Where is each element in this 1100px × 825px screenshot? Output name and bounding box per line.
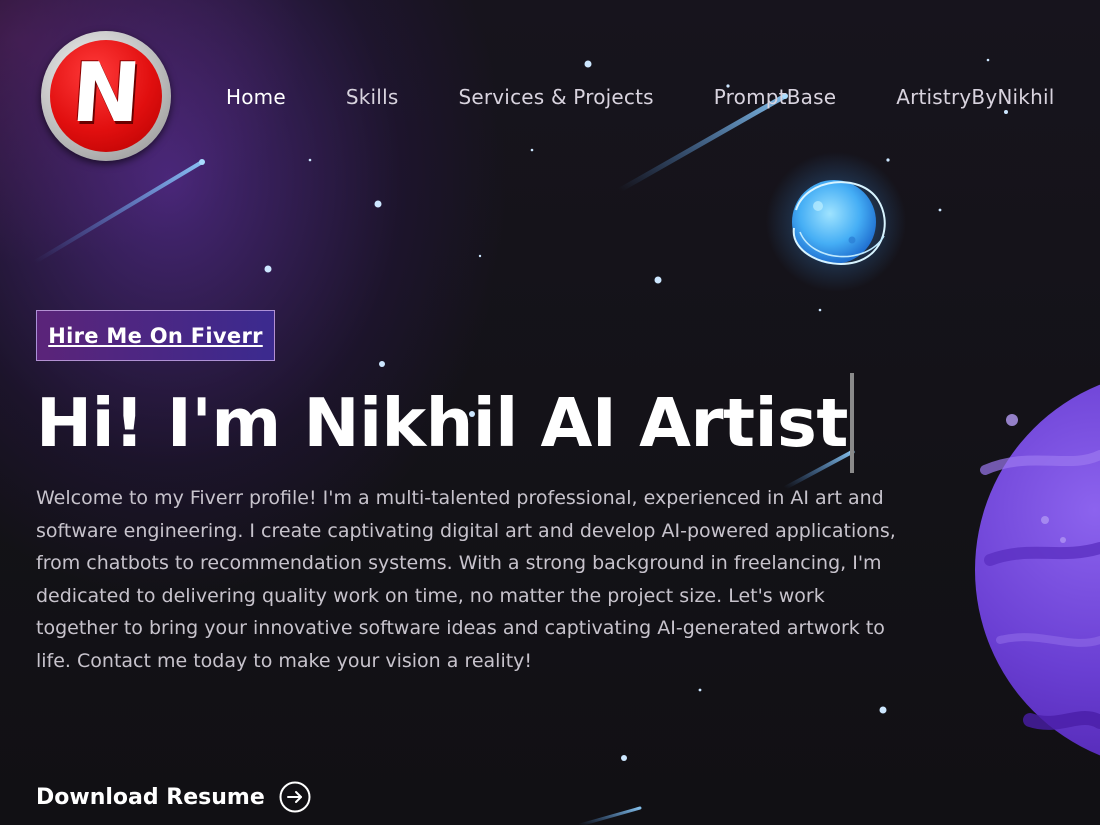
hire-me-fiverr-label: Hire Me On Fiverr xyxy=(48,323,263,348)
moon-icon xyxy=(766,152,906,292)
shooting-star-icon xyxy=(578,806,642,825)
nav-item-artistrybynikhil[interactable]: ArtistryByNikhil xyxy=(896,85,1054,109)
main-nav: Home Skills Services & Projects PromptBa… xyxy=(226,80,1054,114)
typing-cursor xyxy=(849,373,854,473)
download-resume-button[interactable]: Download Resume xyxy=(36,781,311,813)
n-logo-icon: N xyxy=(50,40,162,152)
nav-item-services-projects[interactable]: Services & Projects xyxy=(458,85,653,109)
arrow-right-circle-icon xyxy=(279,781,311,813)
planet-icon xyxy=(975,384,1100,756)
site-logo[interactable]: N xyxy=(41,31,171,161)
download-resume-label: Download Resume xyxy=(36,784,265,810)
logo-letter: N xyxy=(68,46,144,141)
nav-item-home[interactable]: Home xyxy=(226,85,286,109)
page: N Home Skills Services & Projects Prompt… xyxy=(0,0,1100,825)
hero-description: Welcome to my Fiverr profile! I'm a mult… xyxy=(36,487,896,672)
shooting-star-icon xyxy=(33,159,205,264)
hero-headline: Hi! I'm Nikhil AI Artist xyxy=(36,373,854,473)
nav-item-promptbase[interactable]: PromptBase xyxy=(714,85,836,109)
headline-text: Hi! I'm Nikhil AI Artist xyxy=(36,384,848,462)
nav-item-skills[interactable]: Skills xyxy=(346,85,399,109)
hire-me-fiverr-button[interactable]: Hire Me On Fiverr xyxy=(36,310,275,361)
